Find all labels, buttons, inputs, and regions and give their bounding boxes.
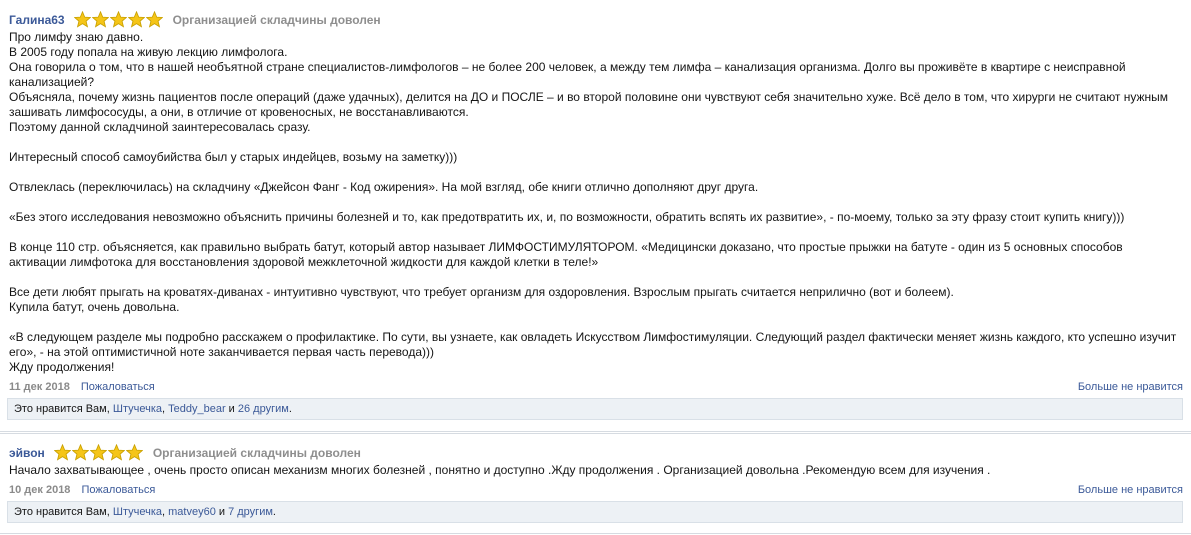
- star-icon: [145, 11, 163, 28]
- liker-link[interactable]: matvey60: [168, 506, 216, 518]
- others-link[interactable]: 7 другим: [228, 506, 273, 518]
- rating-stars: [73, 11, 164, 28]
- likes-suffix: .: [288, 403, 292, 415]
- likes-prefix: Это нравится Вам,: [14, 403, 113, 415]
- review-item: эйвон Организацией складчины доволен Нач…: [0, 433, 1191, 534]
- likes-prefix: Это нравится Вам,: [14, 506, 113, 518]
- rating-stars: [53, 444, 144, 461]
- review-date: 10 дек 2018: [9, 484, 71, 496]
- complain-link[interactable]: Пожаловаться: [82, 484, 156, 496]
- liker-link[interactable]: Штучечка: [113, 506, 162, 518]
- review-meta: 11 дек 2018 Пожаловаться Больше не нрави…: [9, 381, 1183, 395]
- star-icon: [73, 11, 91, 28]
- likes-bar: Это нравится Вам, Штучечка, Teddy_bear и…: [7, 398, 1183, 420]
- star-icon: [107, 444, 125, 461]
- star-icon: [53, 444, 71, 461]
- star-icon: [125, 444, 143, 461]
- liker-link[interactable]: Teddy_bear: [168, 403, 226, 415]
- others-link[interactable]: 26 другим: [238, 403, 289, 415]
- star-icon: [91, 11, 109, 28]
- star-icon: [109, 11, 127, 28]
- likes-separator: и: [215, 506, 229, 518]
- review-item: Галина63 Организацией складчины доволен …: [0, 0, 1191, 432]
- review-status: Организацией складчины доволен: [172, 12, 381, 27]
- review-header: Галина63 Организацией складчины доволен: [9, 11, 381, 28]
- unlike-link[interactable]: Больше не нравится: [1078, 381, 1183, 393]
- review-date: 11 дек 2018: [9, 381, 70, 393]
- author-link[interactable]: эйвон: [9, 446, 45, 460]
- star-icon: [127, 11, 145, 28]
- review-text: Про лимфу знаю давно. В 2005 году попала…: [9, 30, 1177, 374]
- author-link[interactable]: Галина63: [9, 13, 65, 27]
- review-header: эйвон Организацией складчины доволен: [9, 444, 361, 461]
- review-meta: 10 дек 2018 Пожаловаться Больше не нрави…: [9, 484, 1183, 498]
- star-icon: [89, 444, 107, 461]
- likes-suffix: .: [272, 506, 276, 518]
- likes-separator: и: [225, 403, 238, 415]
- liker-link[interactable]: Штучечка: [113, 403, 162, 415]
- complain-link[interactable]: Пожаловаться: [81, 381, 155, 393]
- unlike-link[interactable]: Больше не нравится: [1078, 484, 1183, 496]
- likes-bar: Это нравится Вам, Штучечка, matvey60 и 7…: [7, 501, 1183, 523]
- star-icon: [71, 444, 89, 461]
- review-text: Начало захватывающее , очень просто опис…: [9, 463, 991, 477]
- review-status: Организацией складчины доволен: [152, 445, 361, 460]
